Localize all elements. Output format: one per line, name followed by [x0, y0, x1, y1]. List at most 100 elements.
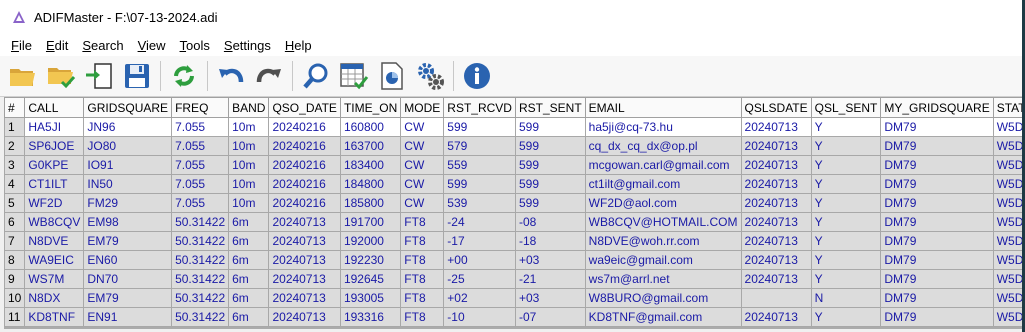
table-cell[interactable]: +00	[443, 250, 516, 270]
row-number[interactable]: 10	[4, 288, 26, 308]
save-icon[interactable]	[120, 59, 154, 93]
table-cell[interactable]: KD8TNF@gmail.com	[584, 307, 742, 327]
table-cell[interactable]: -24	[443, 212, 516, 232]
table-cell[interactable]: 191700	[339, 212, 402, 232]
table-cell[interactable]: 20240216	[268, 136, 341, 156]
table-cell[interactable]: -17	[443, 231, 516, 251]
table-cell[interactable]: wa9eic@gmail.com	[584, 250, 742, 270]
table-cell[interactable]: 184800	[339, 174, 402, 194]
table-cell[interactable]: 193316	[339, 307, 402, 327]
table-cell[interactable]: WS7M	[24, 269, 85, 289]
table-cell[interactable]: IN50	[83, 174, 173, 194]
table-cell[interactable]: 20240713	[740, 193, 812, 213]
menu-item-file[interactable]: File	[4, 38, 39, 53]
table-cell[interactable]	[740, 288, 812, 308]
table-row[interactable]: 1 HA5JI JN96 7.055 10m 20240216 160800 CW 599 599…	[4, 117, 1022, 137]
table-cell[interactable]: DM79	[880, 269, 994, 289]
table-cell[interactable]: W5DMA	[992, 193, 1022, 213]
table-cell[interactable]: 10m	[228, 174, 270, 194]
table-cell[interactable]: 7.055	[171, 174, 230, 194]
table-cell[interactable]: -07	[514, 307, 586, 327]
redo-icon[interactable]	[252, 59, 286, 93]
table-cell[interactable]: 185800	[339, 193, 402, 213]
table-cell[interactable]: W5DMA	[992, 155, 1022, 175]
table-cell[interactable]: DM79	[880, 155, 994, 175]
table-cell[interactable]: FT8	[400, 250, 445, 270]
table-cell[interactable]: DM79	[880, 117, 994, 137]
column-header[interactable]: TIME_ON	[339, 97, 402, 118]
table-row[interactable]: 6 WB8CQV EM98 50.31422 6m 20240713 191700 FT8 -2…	[4, 212, 1022, 232]
table-cell[interactable]: FM29	[83, 193, 173, 213]
table-cell[interactable]: -10	[443, 307, 516, 327]
table-cell[interactable]: WB8CQV@HOTMAIL.COM	[584, 212, 742, 232]
table-cell[interactable]: EM98	[83, 212, 173, 232]
table-cell[interactable]: 20240713	[268, 288, 341, 308]
table-cell[interactable]: -25	[443, 269, 516, 289]
table-cell[interactable]: WF2D@aol.com	[584, 193, 742, 213]
row-number[interactable]: 1	[4, 117, 26, 137]
table-cell[interactable]: +02	[443, 288, 516, 308]
refresh-icon[interactable]	[167, 59, 201, 93]
table-row[interactable]: 3 G0KPE IO91 7.055 10m 20240216 183400 CW 559 599…	[4, 155, 1022, 175]
table-cell[interactable]: 20240216	[268, 174, 341, 194]
table-cell[interactable]: 20240713	[268, 231, 341, 251]
table-cell[interactable]: 7.055	[171, 193, 230, 213]
table-cell[interactable]: N8DX	[24, 288, 85, 308]
table-cell[interactable]: CW	[400, 136, 445, 156]
table-cell[interactable]: 6m	[228, 307, 270, 327]
table-cell[interactable]: 50.31422	[171, 250, 230, 270]
table-cell[interactable]: 599	[514, 155, 586, 175]
table-cell[interactable]: 20240713	[268, 212, 341, 232]
column-header[interactable]: FREQ	[171, 97, 230, 118]
column-header[interactable]: CALL	[24, 97, 85, 118]
table-cell[interactable]: Y	[810, 136, 882, 156]
table-cell[interactable]: 160800	[339, 117, 402, 137]
table-cell[interactable]: 20240216	[268, 117, 341, 137]
table-cell[interactable]: 599	[514, 117, 586, 137]
table-cell[interactable]: W5DMA	[992, 231, 1022, 251]
table-cell[interactable]: 6m	[228, 212, 270, 232]
table-cell[interactable]: 192000	[339, 231, 402, 251]
table-cell[interactable]: W8BURO@gmail.com	[584, 288, 742, 308]
table-cell[interactable]: 20240713	[740, 174, 812, 194]
table-cell[interactable]: 6m	[228, 269, 270, 289]
column-header[interactable]: MODE	[400, 97, 445, 118]
table-cell[interactable]: Y	[810, 269, 882, 289]
table-cell[interactable]: 6m	[228, 231, 270, 251]
table-cell[interactable]: DM79	[880, 174, 994, 194]
table-cell[interactable]: CW	[400, 155, 445, 175]
table-cell[interactable]: WA9EIC	[24, 250, 85, 270]
table-cell[interactable]: 599	[514, 136, 586, 156]
menu-item-help[interactable]: Help	[278, 38, 319, 53]
table-cell[interactable]: 20240713	[740, 155, 812, 175]
table-row[interactable]: 11 KD8TNF EN91 50.31422 6m 20240713 193316 FT8-…	[4, 307, 1022, 327]
table-cell[interactable]: FT8	[400, 288, 445, 308]
table-cell[interactable]: 50.31422	[171, 269, 230, 289]
table-cell[interactable]: 10m	[228, 155, 270, 175]
row-number[interactable]: 7	[4, 231, 26, 251]
column-header[interactable]: RST_SENT	[514, 97, 586, 118]
column-header[interactable]: GRIDSQUARE	[83, 97, 173, 118]
table-cell[interactable]: DM79	[880, 136, 994, 156]
undo-icon[interactable]	[214, 59, 248, 93]
column-header[interactable]: BAND	[228, 97, 270, 118]
table-cell[interactable]: SP6JOE	[24, 136, 85, 156]
table-cell[interactable]: Y	[810, 212, 882, 232]
table-cell[interactable]: 7.055	[171, 155, 230, 175]
table-cell[interactable]: IO91	[83, 155, 173, 175]
table-cell[interactable]: W5DMA	[992, 269, 1022, 289]
open-verified-icon[interactable]	[44, 59, 78, 93]
table-row[interactable]: 9 WS7M DN70 50.31422 6m 20240713 192645 FT8 -25-…	[4, 269, 1022, 289]
table-cell[interactable]: 539	[443, 193, 516, 213]
table-cell[interactable]: 192230	[339, 250, 402, 270]
menu-item-tools[interactable]: Tools	[173, 38, 217, 53]
table-cell[interactable]: N	[810, 288, 882, 308]
table-cell[interactable]: DM79	[880, 250, 994, 270]
row-number[interactable]: 11	[4, 307, 26, 327]
table-cell[interactable]: FT8	[400, 231, 445, 251]
info-icon[interactable]	[460, 59, 494, 93]
table-cell[interactable]: N8DVE@woh.rr.com	[584, 231, 742, 251]
table-cell[interactable]: WF2D	[24, 193, 85, 213]
table-cell[interactable]: 20240216	[268, 155, 341, 175]
table-cell[interactable]: G0KPE	[24, 155, 85, 175]
